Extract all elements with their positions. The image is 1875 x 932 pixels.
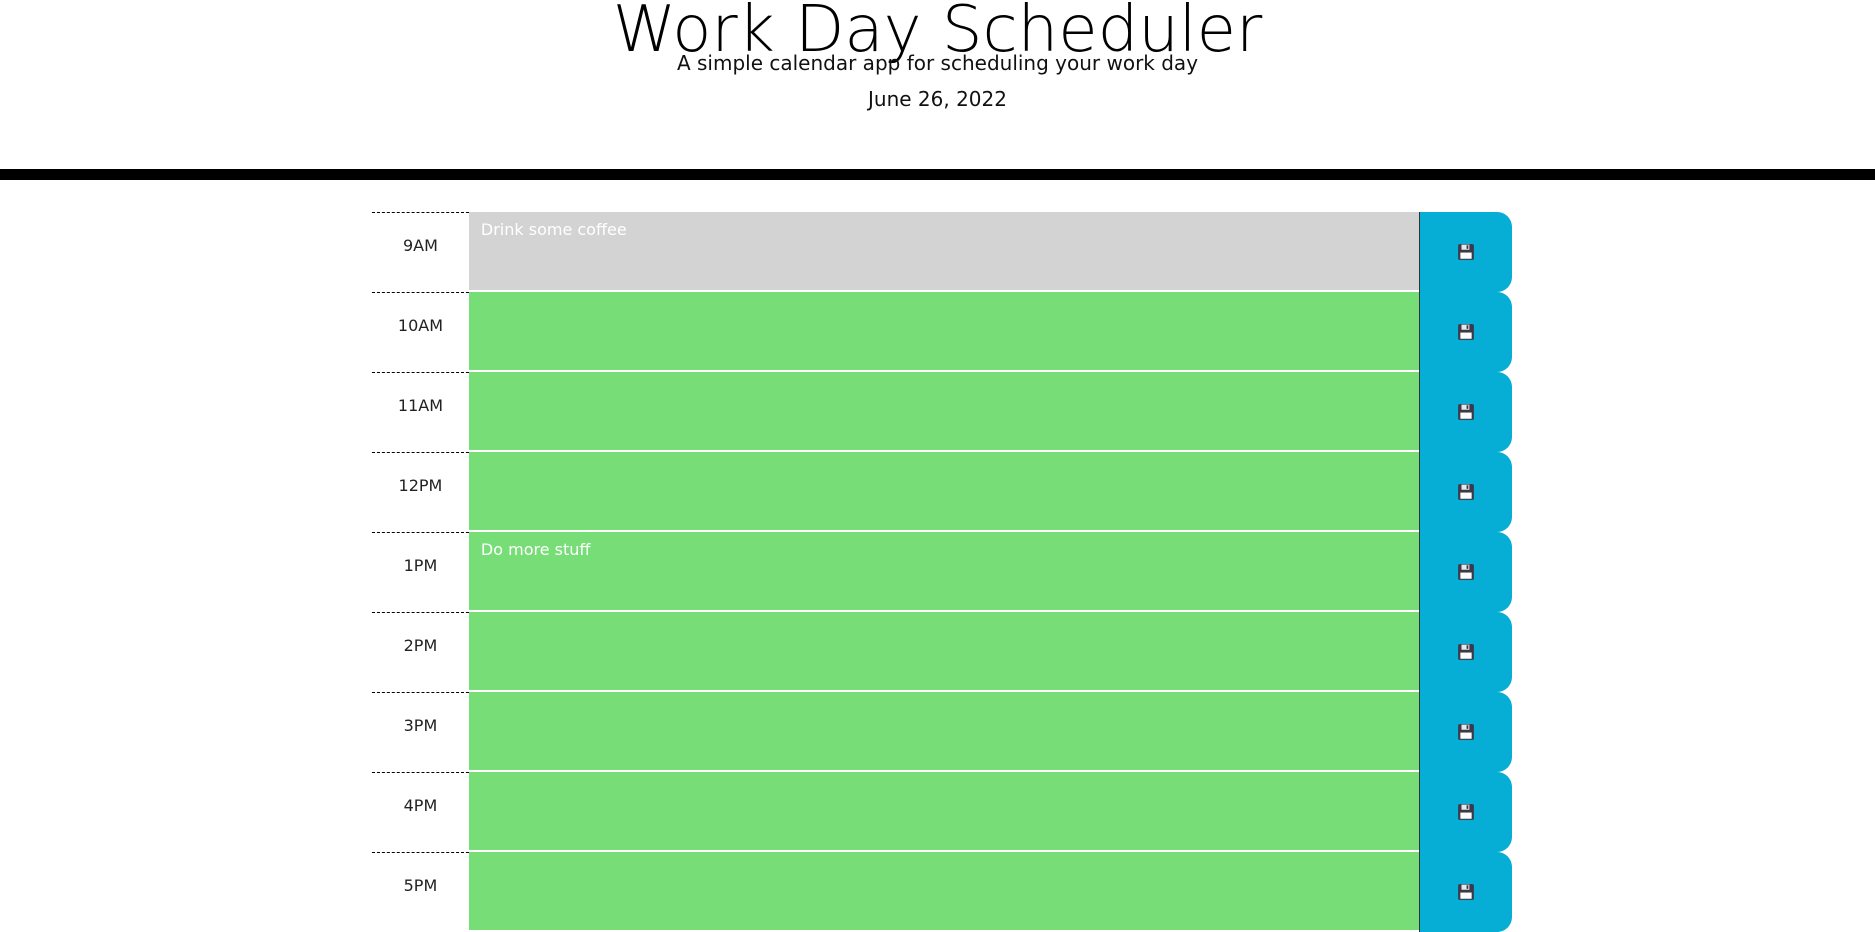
- event-description-input[interactable]: [468, 692, 1420, 772]
- hour-label: 10AM: [372, 292, 469, 372]
- save-button[interactable]: [1419, 212, 1512, 292]
- event-description-input[interactable]: [468, 212, 1420, 292]
- floppy-disk-icon: [1458, 404, 1474, 420]
- hour-label: 9AM: [372, 212, 469, 292]
- time-block: 12PM: [372, 452, 1512, 532]
- page-header: Work Day Scheduler A simple calendar app…: [0, 0, 1875, 169]
- schedule-container: 9AM 10AM 11AM 12PM 1PM 2PM: [372, 212, 1512, 932]
- time-block: 10AM: [372, 292, 1512, 372]
- event-description-input[interactable]: [468, 852, 1420, 932]
- save-button[interactable]: [1419, 772, 1512, 852]
- event-description-input[interactable]: [468, 292, 1420, 372]
- event-description-input[interactable]: [468, 612, 1420, 692]
- time-block: 9AM: [372, 212, 1512, 292]
- event-description-input[interactable]: [468, 452, 1420, 532]
- time-block: 1PM: [372, 532, 1512, 612]
- hour-label: 1PM: [372, 532, 469, 612]
- floppy-disk-icon: [1458, 244, 1474, 260]
- hour-label: 3PM: [372, 692, 469, 772]
- floppy-disk-icon: [1458, 324, 1474, 340]
- hour-label: 5PM: [372, 852, 469, 932]
- current-day: June 26, 2022: [868, 87, 1007, 111]
- hour-label: 2PM: [372, 612, 469, 692]
- save-button[interactable]: [1419, 372, 1512, 452]
- floppy-disk-icon: [1458, 884, 1474, 900]
- floppy-disk-icon: [1458, 564, 1474, 580]
- hour-label: 11AM: [372, 372, 469, 452]
- hour-label: 4PM: [372, 772, 469, 852]
- save-button[interactable]: [1419, 692, 1512, 772]
- time-block: 3PM: [372, 692, 1512, 772]
- save-button[interactable]: [1419, 292, 1512, 372]
- time-block: 2PM: [372, 612, 1512, 692]
- floppy-disk-icon: [1458, 644, 1474, 660]
- time-block: 5PM: [372, 852, 1512, 932]
- header-divider: [0, 169, 1875, 180]
- floppy-disk-icon: [1458, 724, 1474, 740]
- floppy-disk-icon: [1458, 804, 1474, 820]
- time-block: 4PM: [372, 772, 1512, 852]
- hour-label: 12PM: [372, 452, 469, 532]
- floppy-disk-icon: [1458, 484, 1474, 500]
- event-description-input[interactable]: [468, 532, 1420, 612]
- save-button[interactable]: [1419, 612, 1512, 692]
- time-block: 11AM: [372, 372, 1512, 452]
- page-subtitle: A simple calendar app for scheduling you…: [676, 51, 1199, 75]
- event-description-input[interactable]: [468, 372, 1420, 452]
- save-button[interactable]: [1419, 532, 1512, 612]
- event-description-input[interactable]: [468, 772, 1420, 852]
- save-button[interactable]: [1419, 852, 1512, 932]
- save-button[interactable]: [1419, 452, 1512, 532]
